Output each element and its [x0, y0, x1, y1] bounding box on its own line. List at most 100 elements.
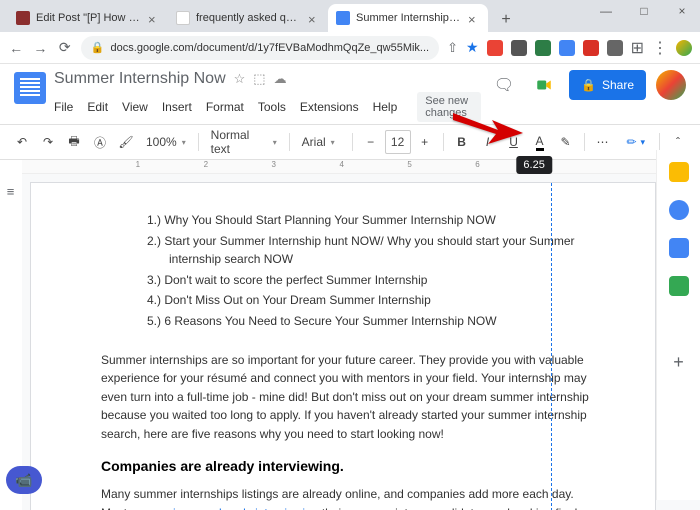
paragraph[interactable]: Many summer internships listings are alr… [101, 485, 595, 510]
lock-icon: 🔒 [91, 41, 105, 54]
forward-button[interactable]: → [32, 37, 48, 59]
account-avatar[interactable] [656, 70, 686, 100]
close-window-button[interactable]: × [670, 4, 694, 18]
browser-tab[interactable]: frequently asked questions at × [168, 4, 328, 32]
close-icon[interactable]: × [148, 12, 160, 24]
ext-icon[interactable] [487, 40, 503, 56]
browser-tab[interactable]: Edit Post "[P] How to Change × [8, 4, 168, 32]
menu-icon[interactable]: ⋮ [652, 38, 668, 58]
ruler-tick: 4 [339, 160, 343, 169]
share-button[interactable]: 🔒 Share [569, 70, 646, 100]
font-select[interactable]: Arial [296, 135, 346, 149]
ext-icon[interactable] [607, 40, 623, 56]
text-color-button[interactable]: A [528, 130, 552, 154]
add-panel-icon[interactable]: + [669, 352, 689, 372]
star-icon[interactable]: ★ [466, 39, 479, 56]
undo-button[interactable]: ↶ [10, 130, 34, 154]
heading[interactable]: Companies are already interviewing. [101, 456, 595, 478]
window-controls: — □ × [594, 4, 694, 18]
ext-icon[interactable] [559, 40, 575, 56]
menu-help[interactable]: Help [373, 100, 398, 114]
menu-edit[interactable]: Edit [87, 100, 108, 114]
keep-icon[interactable] [669, 162, 689, 182]
meet-fab[interactable]: 📹 [6, 466, 42, 494]
document-title[interactable]: Summer Internship Now [54, 70, 226, 88]
menu-tools[interactable]: Tools [258, 100, 286, 114]
ext-icon[interactable] [511, 40, 527, 56]
meet-icon[interactable] [529, 70, 559, 100]
menu-insert[interactable]: Insert [162, 100, 192, 114]
redo-button[interactable]: ↷ [36, 130, 60, 154]
side-panel: + [656, 150, 700, 500]
editing-mode-button[interactable]: ✏▾ [618, 135, 653, 149]
extensions-icon[interactable]: ⊞ [631, 38, 644, 58]
menu-format[interactable]: Format [206, 100, 244, 114]
outline-toggle-icon[interactable]: ≡ [7, 184, 15, 199]
pencil-icon: ✏ [626, 135, 636, 149]
reload-button[interactable]: ⟳ [57, 37, 73, 59]
ruler[interactable]: 1 2 3 4 5 6 7 6.25 [22, 160, 656, 174]
zoom-select[interactable]: 100% [140, 135, 192, 149]
separator [584, 133, 585, 151]
ext-icon[interactable] [583, 40, 599, 56]
tab-title: Edit Post "[P] How to Change [36, 12, 142, 24]
ruler-tick: 2 [204, 160, 208, 169]
list-item[interactable]: 4.) Don't Miss Out on Your Dream Summer … [147, 291, 595, 310]
header-actions: 🗨 🔒 Share [489, 70, 686, 100]
style-select[interactable]: Normal text [205, 128, 283, 156]
extension-icons: ⇧ ★ ⊞ ⋮ [447, 38, 692, 58]
font-size-input[interactable]: 12 [385, 130, 411, 154]
address-bar: ← → ⟳ 🔒 docs.google.com/document/d/1y7fE… [0, 32, 700, 64]
close-icon[interactable]: × [468, 12, 480, 24]
ruler-tick: 6 [475, 160, 479, 169]
move-icon[interactable]: ⬚ [253, 71, 265, 87]
link[interactable]: companies are already interviewing [130, 506, 318, 510]
list-item[interactable]: 3.) Don't wait to score the perfect Summ… [147, 271, 595, 290]
star-icon[interactable]: ☆ [234, 71, 246, 87]
comments-icon[interactable]: 🗨 [489, 70, 519, 100]
highlight-button[interactable]: ✎ [554, 130, 578, 154]
document-page[interactable]: 1.) Why You Should Start Planning Your S… [30, 182, 656, 510]
decrease-font-button[interactable]: − [359, 130, 383, 154]
lock-icon: 🔒 [581, 78, 596, 92]
maps-icon[interactable] [669, 276, 689, 296]
spellcheck-button[interactable]: Ⓐ [88, 130, 112, 154]
favicon [16, 11, 30, 25]
menu-extensions[interactable]: Extensions [300, 100, 359, 114]
print-button[interactable]: 🖶 [62, 130, 86, 154]
list-item[interactable]: 2.) Start your Summer Internship hunt NO… [147, 232, 595, 269]
url-field[interactable]: 🔒 docs.google.com/document/d/1y7fEVBaMod… [81, 36, 439, 60]
separator [352, 133, 353, 151]
list-item[interactable]: 1.) Why You Should Start Planning Your S… [147, 211, 595, 230]
share-icon[interactable]: ⇧ [447, 40, 458, 56]
url-text: docs.google.com/document/d/1y7fEVBaModhm… [111, 42, 430, 54]
contacts-icon[interactable] [669, 238, 689, 258]
favicon [336, 11, 350, 25]
docs-logo[interactable] [14, 72, 46, 104]
ext-icon[interactable] [535, 40, 551, 56]
paragraph[interactable]: Summer internships are so important for … [101, 351, 595, 444]
cloud-icon[interactable]: ☁ [274, 71, 287, 87]
back-button[interactable]: ← [8, 37, 24, 59]
menu-view[interactable]: View [122, 100, 148, 114]
page-canvas: 1.) Why You Should Start Planning Your S… [22, 174, 700, 510]
new-tab-button[interactable]: + [494, 8, 518, 32]
profile-icon[interactable] [676, 40, 692, 56]
docs-header: Summer Internship Now ☆ ⬚ ☁ File Edit Vi… [0, 64, 700, 124]
paintformat-button[interactable]: 🖌 [114, 130, 138, 154]
ruler-tick: 5 [407, 160, 411, 169]
more-button[interactable]: ⋯ [590, 130, 614, 154]
tasks-icon[interactable] [669, 200, 689, 220]
margin-tooltip: 6.25 [516, 156, 551, 174]
minimize-button[interactable]: — [594, 4, 618, 18]
menu-file[interactable]: File [54, 100, 73, 114]
menu-bar: File Edit View Insert Format Tools Exten… [54, 92, 481, 122]
maximize-button[interactable]: □ [632, 4, 656, 18]
formatting-toolbar: ↶ ↷ 🖶 Ⓐ 🖌 100% Normal text Arial − 12 + … [0, 124, 700, 160]
browser-tab-active[interactable]: Summer Internship Now - Go × [328, 4, 488, 32]
annotation-arrow [448, 98, 528, 153]
increase-font-button[interactable]: + [413, 130, 437, 154]
list-item[interactable]: 5.) 6 Reasons You Need to Secure Your Su… [147, 312, 595, 331]
margin-guide [551, 183, 552, 510]
close-icon[interactable]: × [308, 12, 320, 24]
